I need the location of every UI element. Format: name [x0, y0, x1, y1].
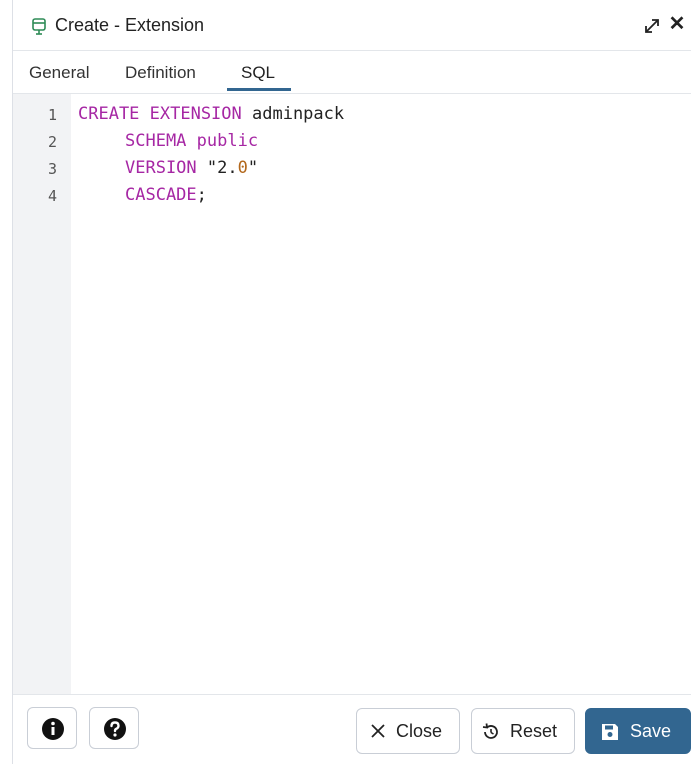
dialog-title: Create - Extension — [55, 15, 205, 35]
sql-keyword: CASCADE — [125, 185, 197, 205]
dialog-tabs: General Definition SQL — [13, 51, 691, 94]
close-icon — [371, 724, 385, 738]
sql-text: adminpack — [241, 104, 345, 124]
help-icon — [104, 718, 126, 740]
tab-definition[interactable]: Definition — [125, 63, 196, 83]
code-line: VERSION "2.0" — [125, 158, 258, 178]
extension-icon — [32, 18, 46, 35]
save-icon — [602, 724, 618, 740]
help-button[interactable] — [89, 707, 139, 749]
dialog-footer: Close Reset Save — [13, 694, 691, 764]
sql-string: "2. — [196, 158, 238, 178]
sql-keyword: VERSION — [125, 158, 197, 178]
line-number: 1 — [47, 106, 57, 124]
save-button[interactable]: Save — [585, 708, 691, 754]
code-line: CASCADE; — [125, 185, 207, 205]
sql-text: ; — [196, 185, 207, 205]
close-button[interactable]: Close — [356, 708, 460, 754]
sql-number: 0 — [237, 158, 248, 178]
code-line: CREATE EXTENSION adminpack — [78, 104, 344, 124]
line-number: 3 — [47, 160, 57, 178]
line-number: 4 — [47, 187, 57, 205]
info-button[interactable] — [27, 707, 77, 749]
tab-sql[interactable]: SQL — [241, 63, 275, 83]
maximize-icon[interactable] — [643, 17, 661, 35]
sql-editor[interactable]: 1 2 3 4 CREATE EXTENSION adminpack SCHEM… — [13, 94, 691, 694]
info-icon — [42, 718, 64, 740]
reset-button-label: Reset — [510, 721, 558, 741]
reset-icon — [482, 723, 498, 739]
active-tab-indicator — [227, 88, 291, 91]
sql-string: " — [247, 158, 259, 178]
create-extension-dialog: Create - Extension ✕ General Definition … — [12, 0, 691, 764]
line-number: 2 — [47, 133, 57, 151]
sql-keyword: SCHEMA public — [125, 131, 259, 151]
dialog-titlebar[interactable]: Create - Extension ✕ — [13, 0, 691, 51]
close-button-label: Close — [396, 721, 443, 741]
line-number-gutter: 1 2 3 4 — [13, 94, 71, 694]
close-icon[interactable]: ✕ — [667, 14, 687, 34]
tab-general[interactable]: General — [29, 63, 89, 83]
code-line: SCHEMA public — [125, 131, 258, 151]
save-button-label: Save — [630, 721, 672, 741]
reset-button[interactable]: Reset — [471, 708, 575, 754]
sql-keyword: CREATE EXTENSION — [78, 104, 242, 124]
